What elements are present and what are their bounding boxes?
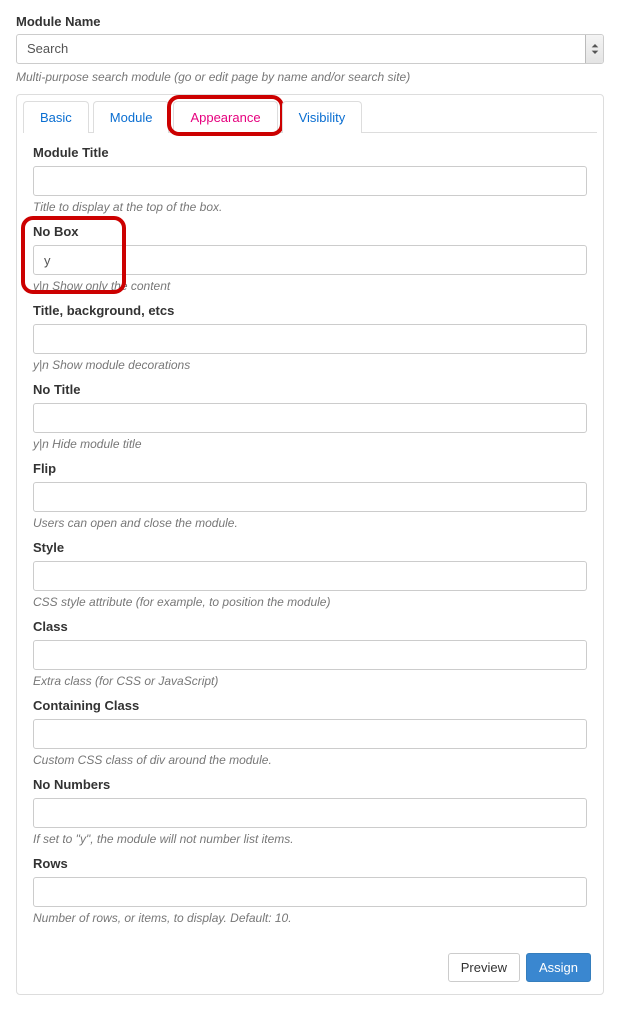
tab-module[interactable]: Module xyxy=(93,101,170,133)
containing-class-label: Containing Class xyxy=(33,698,587,713)
no-box-label: No Box xyxy=(33,224,587,239)
flip-desc: Users can open and close the module. xyxy=(33,516,587,530)
no-title-desc: y|n Hide module title xyxy=(33,437,587,451)
field-class: Class Extra class (for CSS or JavaScript… xyxy=(33,619,587,688)
flip-input[interactable] xyxy=(33,482,587,512)
title-bg-label: Title, background, etcs xyxy=(33,303,587,318)
field-no-box: No Box y|n Show only the content xyxy=(33,224,587,293)
module-name-section: Module Name Search Multi-purpose search … xyxy=(16,14,604,84)
module-title-input[interactable] xyxy=(33,166,587,196)
containing-class-desc: Custom CSS class of div around the modul… xyxy=(33,753,587,767)
chevron-updown-icon xyxy=(585,35,603,63)
title-bg-desc: y|n Show module decorations xyxy=(33,358,587,372)
assign-button[interactable]: Assign xyxy=(526,953,591,982)
no-title-label: No Title xyxy=(33,382,587,397)
no-box-desc: y|n Show only the content xyxy=(33,279,587,293)
no-numbers-label: No Numbers xyxy=(33,777,587,792)
module-name-select-value: Search xyxy=(16,34,604,64)
preview-button[interactable]: Preview xyxy=(448,953,520,982)
class-label: Class xyxy=(33,619,587,634)
field-rows: Rows Number of rows, or items, to displa… xyxy=(33,856,587,925)
field-flip: Flip Users can open and close the module… xyxy=(33,461,587,530)
module-name-select[interactable]: Search xyxy=(16,34,604,64)
containing-class-input[interactable] xyxy=(33,719,587,749)
no-numbers-input[interactable] xyxy=(33,798,587,828)
flip-label: Flip xyxy=(33,461,587,476)
no-box-input[interactable] xyxy=(33,245,587,275)
form-body: Module Title Title to display at the top… xyxy=(23,143,597,939)
field-containing-class: Containing Class Custom CSS class of div… xyxy=(33,698,587,767)
rows-input[interactable] xyxy=(33,877,587,907)
field-title-bg: Title, background, etcs y|n Show module … xyxy=(33,303,587,372)
title-bg-input[interactable] xyxy=(33,324,587,354)
class-desc: Extra class (for CSS or JavaScript) xyxy=(33,674,587,688)
tab-basic[interactable]: Basic xyxy=(23,101,89,133)
no-title-input[interactable] xyxy=(33,403,587,433)
module-title-label: Module Title xyxy=(33,145,587,160)
module-title-desc: Title to display at the top of the box. xyxy=(33,200,587,214)
rows-desc: Number of rows, or items, to display. De… xyxy=(33,911,587,925)
tab-visibility[interactable]: Visibility xyxy=(282,101,363,133)
field-style: Style CSS style attribute (for example, … xyxy=(33,540,587,609)
tab-panel: Basic Module Appearance Visibility Modul… xyxy=(16,94,604,995)
field-no-title: No Title y|n Hide module title xyxy=(33,382,587,451)
style-desc: CSS style attribute (for example, to pos… xyxy=(33,595,587,609)
module-name-help: Multi-purpose search module (go or edit … xyxy=(16,70,604,84)
style-label: Style xyxy=(33,540,587,555)
module-name-label: Module Name xyxy=(16,14,604,29)
no-numbers-desc: If set to "y", the module will not numbe… xyxy=(33,832,587,846)
field-no-numbers: No Numbers If set to "y", the module wil… xyxy=(33,777,587,846)
button-bar: Preview Assign xyxy=(23,953,597,982)
field-module-title: Module Title Title to display at the top… xyxy=(33,145,587,214)
style-input[interactable] xyxy=(33,561,587,591)
class-input[interactable] xyxy=(33,640,587,670)
rows-label: Rows xyxy=(33,856,587,871)
tab-appearance[interactable]: Appearance xyxy=(173,101,277,133)
tabs-bar: Basic Module Appearance Visibility xyxy=(23,101,597,133)
